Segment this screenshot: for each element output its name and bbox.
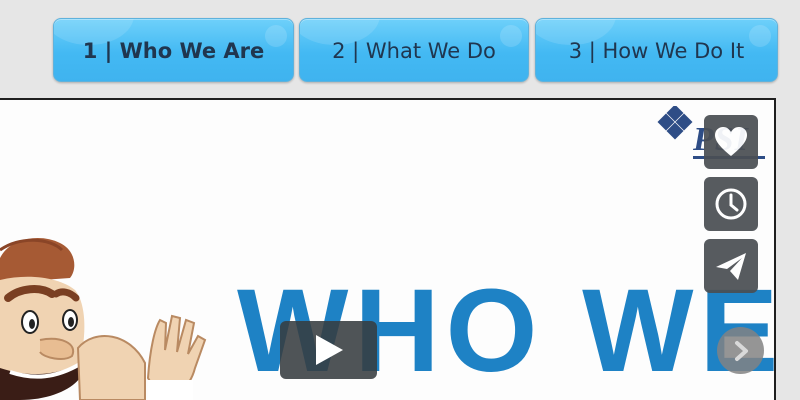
tab-label: 1 | Who We Are — [82, 39, 265, 63]
tab-who-we-are[interactable]: 1 | Who We Are — [53, 18, 294, 82]
paper-plane-icon — [716, 253, 746, 280]
tab-how-we-do-it[interactable]: 3 | How We Do It — [535, 18, 778, 82]
share-button[interactable] — [704, 239, 758, 293]
cartoon-character-illustration — [0, 238, 207, 400]
next-slide-button[interactable] — [717, 327, 764, 374]
heart-icon — [715, 127, 747, 156]
tab-what-we-do[interactable]: 2 | What We Do — [299, 18, 529, 82]
tab-label: 2 | What We Do — [332, 39, 496, 63]
section-tabs: 1 | Who We Are 2 | What We Do 3 | How We… — [53, 18, 778, 84]
like-button[interactable] — [704, 115, 758, 169]
play-icon — [315, 335, 343, 365]
play-button[interactable] — [280, 321, 377, 379]
tab-label: 3 | How We Do It — [568, 39, 745, 63]
clock-icon — [715, 188, 747, 220]
chevron-right-icon — [734, 340, 748, 361]
history-button[interactable] — [704, 177, 758, 231]
